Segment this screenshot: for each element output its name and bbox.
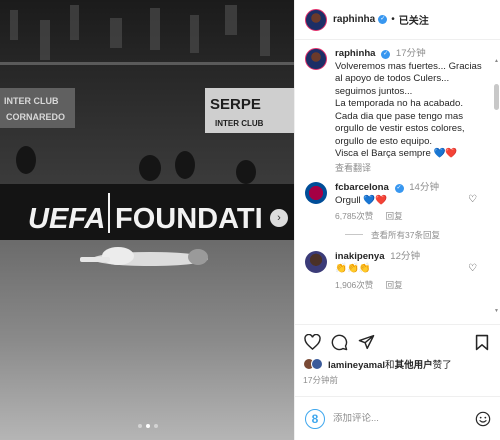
post-header: raphinha ✓ • 已关注 [295,0,500,40]
verified-badge-icon: ✓ [394,184,404,193]
comment-input[interactable] [333,413,463,424]
chevron-right-icon: › [277,212,281,224]
comment-time: 12分钟 [390,250,421,262]
scroll-down-arrow-icon[interactable]: ▼ [494,308,499,314]
slide-dot [138,424,142,428]
comment-avatar[interactable] [305,250,327,273]
banner-left-line2: CORNAREDO [6,112,65,122]
caption-text: Volveremos mas fuertes... Gracias al apo… [335,60,482,160]
heart-icon [303,334,321,350]
reply-button[interactable]: 回复 [386,280,403,290]
like-button[interactable] [303,333,321,351]
post-timestamp[interactable]: 17分钟前 [303,374,338,386]
liker-username[interactable]: lamineyamal [328,360,385,371]
reply-button[interactable]: 回复 [386,211,403,221]
banner-left-line1: INTER CLUB [4,96,59,106]
comment-like-count[interactable]: 6,785次赞 [335,211,373,221]
caption-time: 17分钟 [395,48,426,59]
slide-dot-active [146,424,150,428]
comment-icon [331,334,347,350]
current-user-avatar: 8 [305,408,325,429]
caption-avatar[interactable] [305,48,327,70]
follow-status-button[interactable]: 已关注 [399,12,429,27]
share-button[interactable] [357,333,375,351]
board-foundation-text: FOUNDATI [115,203,263,235]
author-avatar[interactable] [305,8,327,31]
comment-item: fcbarcelona ✓ 14分钟 Orgull 💙❤️ 6,785次赞 回复… [305,182,487,223]
post-photo[interactable]: INTER CLUB CORNAREDO SERPE INTER CLUB UE… [0,0,294,440]
likes-summary: lamineyamal和其他用户赞了 [303,357,452,371]
emoji-icon [475,411,491,426]
comment-time: 14分钟 [409,182,440,193]
comment-text: Orgull 💙❤️ [335,194,388,206]
next-slide-button[interactable]: › [270,209,288,227]
comments-scrollbar[interactable] [494,84,499,110]
header-separator: • [391,14,395,25]
caption: raphinha ✓ 17分钟 Volveremos mas fuertes..… [305,48,487,174]
comments-list[interactable]: raphinha ✓ 17分钟 Volveremos mas fuertes..… [295,48,495,310]
comment-button[interactable] [330,333,348,351]
slide-indicator [138,424,158,428]
scroll-up-arrow-icon[interactable]: ▲ [494,58,499,64]
banner-right-line1: SERPE [210,96,261,113]
other-likers-link[interactable]: 其他用户 [395,360,433,371]
action-bar [295,324,500,356]
save-button[interactable] [473,333,491,351]
comment-username[interactable]: inakipenya [335,251,385,262]
liker-avatar[interactable] [311,358,323,370]
likes-connector: 和 [385,360,395,371]
comment-text: 👏👏👏 [335,263,371,274]
comment-like-count[interactable]: 1,906次赞 [335,280,373,290]
emoji-button[interactable] [475,411,491,427]
post-side-panel: raphinha ✓ • 已关注 raphinha ✓ 17分钟 Volvere… [294,0,500,440]
instagram-post: INTER CLUB CORNAREDO SERPE INTER CLUB UE… [0,0,500,440]
stadium-photo: INTER CLUB CORNAREDO SERPE INTER CLUB UE… [0,0,294,440]
comment-username[interactable]: fcbarcelona [335,182,389,193]
author-username[interactable]: raphinha [333,14,375,25]
verified-badge-icon: ✓ [381,50,391,59]
caption-username[interactable]: raphinha [335,48,376,59]
share-icon [358,334,374,350]
view-replies-link[interactable]: 查看所有37条回复 [345,229,487,241]
verified-badge-icon: ✓ [378,15,388,24]
likes-suffix: 赞了 [432,360,452,371]
comment-item: inakipenya 12分钟 👏👏👏 1,906次赞 回复 ♡ [305,250,487,292]
comment-avatar[interactable] [305,182,327,204]
comment-heart-icon[interactable]: ♡ [468,263,477,274]
comment-heart-icon[interactable]: ♡ [468,194,477,205]
banner-right-line2: INTER CLUB [215,119,264,128]
add-comment-bar: 8 [295,396,500,440]
bookmark-icon [475,334,489,350]
slide-dot [154,424,158,428]
see-translation-link[interactable]: 查看翻译 [335,162,487,175]
board-uefa-text: UEFA [28,203,105,235]
